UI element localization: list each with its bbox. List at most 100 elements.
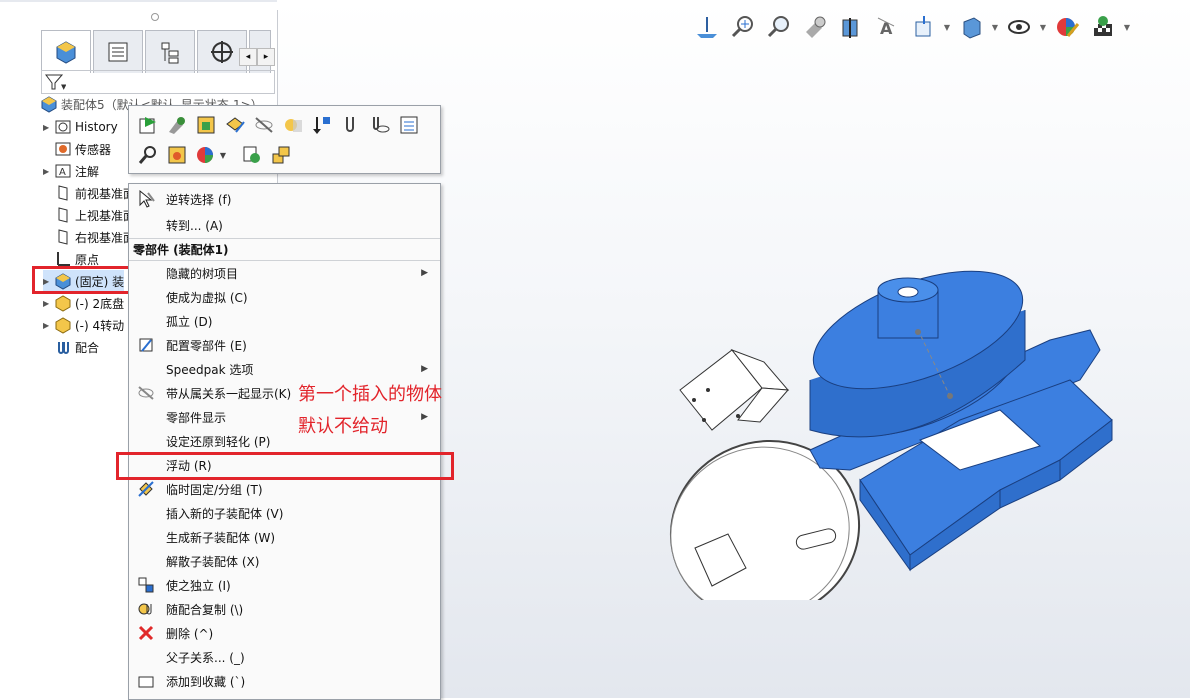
history-icon <box>53 118 73 136</box>
move-component-icon[interactable] <box>164 112 190 138</box>
mates-icon <box>53 338 73 356</box>
view-normal-icon[interactable] <box>690 11 724 43</box>
tab-feature-manager[interactable] <box>41 30 91 73</box>
view-orientation-icon[interactable] <box>906 11 940 43</box>
temporary-fix-icon <box>135 479 157 499</box>
menu-make-independent[interactable]: 使之独立 (I) <box>129 573 440 597</box>
menu-invert-selection[interactable]: 逆转选择 (f) <box>129 187 440 211</box>
menu-separator <box>129 238 440 239</box>
expand-arrow-icon[interactable]: ▶ <box>43 123 53 132</box>
menu-dissolve-subassembly[interactable]: 解散子装配体 (X) <box>129 549 440 573</box>
property-manager-icon <box>108 42 128 62</box>
menu-section-header: 零部件 (装配体1) <box>133 243 229 257</box>
menu-set-resolved-to-lightweight[interactable]: 设定还原到轻化 (P) <box>129 429 440 453</box>
select-mates-icon[interactable] <box>239 142 265 168</box>
apply-scene-dropdown-icon[interactable]: ▼ <box>1122 11 1132 43</box>
plane-icon <box>53 228 73 246</box>
tree-item-history[interactable]: ▶ History <box>43 116 118 138</box>
delete-icon <box>135 623 157 643</box>
submenu-arrow-icon: ▶ <box>421 364 428 374</box>
svg-text:A: A <box>59 167 66 178</box>
tree-item-right-plane[interactable]: 右视基准面 <box>53 226 135 248</box>
open-part-icon[interactable] <box>193 112 219 138</box>
menu-delete[interactable]: 删除 (^) <box>129 621 440 645</box>
menu-insert-new-subassembly[interactable]: 插入新的子装配体 (V) <box>129 501 440 525</box>
mate-icon[interactable] <box>338 112 364 138</box>
tab-scroll-right-icon[interactable]: ▸ <box>257 48 275 66</box>
menu-parent-child[interactable]: 父子关系... (_) <box>129 645 440 669</box>
context-menu: 逆转选择 (f) 转到... (A) 零部件 (装配体1) 隐藏的树项目 ▶ 使… <box>128 183 441 700</box>
tab-scroll-left-icon[interactable]: ◂ <box>239 48 257 66</box>
assembly-model[interactable] <box>660 270 1130 600</box>
section-view-icon[interactable] <box>834 11 868 43</box>
component-properties-icon[interactable] <box>396 112 422 138</box>
bracket-part[interactable] <box>679 348 790 431</box>
assembly-transparency-icon[interactable] <box>268 142 294 168</box>
feature-manager-icon <box>56 41 76 64</box>
annotation-line-2: 默认不给动 <box>298 416 388 437</box>
copy-with-mates-icon <box>135 599 157 619</box>
tab-configuration-manager[interactable] <box>145 30 195 73</box>
configuration-manager-icon <box>161 42 179 64</box>
expand-arrow-icon[interactable]: ▶ <box>43 167 53 176</box>
hide-component-icon[interactable] <box>251 112 277 138</box>
hide-show-items-icon[interactable] <box>1002 11 1036 43</box>
tree-item-mates[interactable]: 配合 <box>53 336 99 358</box>
previous-view-icon[interactable] <box>798 11 832 43</box>
dimxpert-icon <box>211 41 233 63</box>
zoom-area-icon[interactable] <box>762 11 796 43</box>
zoom-to-selection-icon[interactable] <box>135 142 161 168</box>
menu-form-new-subassembly[interactable]: 生成新子装配体 (W) <box>129 525 440 549</box>
submenu-arrow-icon: ▶ <box>421 412 428 422</box>
tree-item-chassis[interactable]: ▶ (-) 2底盘 <box>43 292 124 314</box>
expand-arrow-icon[interactable]: ▶ <box>43 299 53 308</box>
tree-item-sensors[interactable]: 传感器 <box>53 138 111 160</box>
tree-filter[interactable]: ▼ <box>41 70 275 94</box>
filter-icon: ▼ <box>45 74 66 91</box>
highlight-float-box <box>116 452 454 480</box>
tree-item-annotations[interactable]: ▶ A 注解 <box>43 160 99 182</box>
tab-property-manager[interactable] <box>93 30 143 73</box>
annotation-line-1: 第一个插入的物体 <box>298 384 442 405</box>
zoom-to-fit-icon[interactable] <box>726 11 760 43</box>
menu-copy-with-mates[interactable]: 随配合复制 (\) <box>129 597 440 621</box>
appearance-dropdown-icon[interactable]: ▼ <box>217 142 229 168</box>
edit-part-icon[interactable] <box>135 112 161 138</box>
menu-make-virtual[interactable]: 使成为虚拟 (C) <box>129 285 440 309</box>
apply-scene-icon[interactable] <box>1086 11 1120 43</box>
panel-grip-icon[interactable] <box>151 13 159 21</box>
show-dependents-icon <box>135 383 157 403</box>
tree-item-top-plane[interactable]: 上视基准面 <box>53 204 135 226</box>
menu-isolate[interactable]: 孤立 (D) <box>129 309 440 333</box>
transparency-icon[interactable] <box>280 112 306 138</box>
dynamic-annotation-icon[interactable]: A <box>870 11 904 43</box>
sensor-icon <box>53 140 73 158</box>
favorites-icon <box>135 671 157 691</box>
menu-component-display[interactable]: 零部件显示 ▶ <box>129 405 440 429</box>
menu-add-to-favorites[interactable]: 添加到收藏 (`) <box>129 669 440 693</box>
display-style-icon[interactable] <box>954 11 988 43</box>
configure-icon <box>135 335 157 355</box>
edit-appearance-icon[interactable] <box>1050 11 1084 43</box>
annotation-icon: A <box>53 162 73 180</box>
sort-tree-icon[interactable] <box>309 112 335 138</box>
expand-arrow-icon[interactable]: ▶ <box>43 321 53 330</box>
tree-item-front-plane[interactable]: 前视基准面 <box>53 182 135 204</box>
plane-icon <box>53 206 73 224</box>
menu-hidden-tree-items[interactable]: 隐藏的树项目 ▶ <box>129 261 440 285</box>
edit-appearance-icon[interactable] <box>222 112 248 138</box>
change-transparency-icon[interactable] <box>164 142 190 168</box>
appearance-icon[interactable] <box>193 142 219 168</box>
menu-go-to[interactable]: 转到... (A) <box>129 213 440 237</box>
display-style-dropdown-icon[interactable]: ▼ <box>990 11 1000 43</box>
view-orientation-dropdown-icon[interactable]: ▼ <box>942 11 952 43</box>
view-mates-icon[interactable] <box>367 112 393 138</box>
tree-item-rotating-part[interactable]: ▶ (-) 4转动 <box>43 314 124 336</box>
part-icon <box>53 316 73 334</box>
hide-show-dropdown-icon[interactable]: ▼ <box>1038 11 1048 43</box>
menu-temporary-fix-group[interactable]: 临时固定/分组 (T) <box>129 477 440 501</box>
context-toolbar: ▼ <box>128 105 441 174</box>
part-icon <box>53 294 73 312</box>
menu-configure-component[interactable]: 配置零部件 (E) <box>129 333 440 357</box>
menu-speedpak-options[interactable]: Speedpak 选项 ▶ <box>129 357 440 381</box>
